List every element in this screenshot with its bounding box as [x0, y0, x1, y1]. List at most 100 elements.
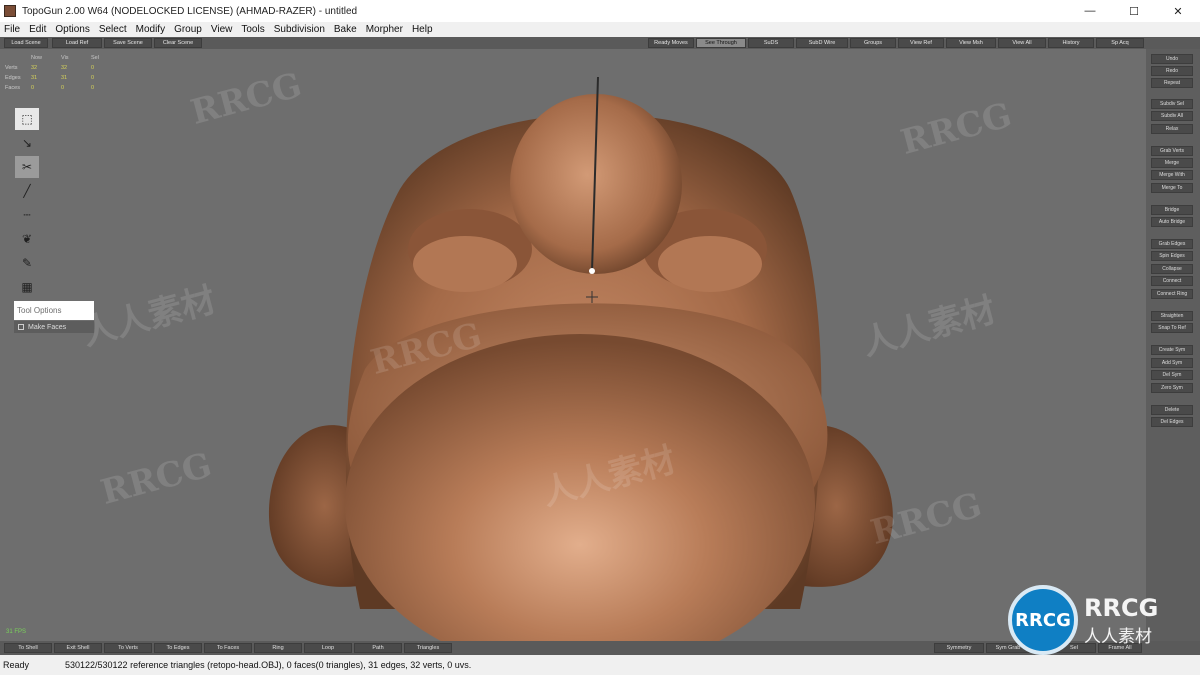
menu-options[interactable]: Options [55, 24, 89, 35]
view-ref-button[interactable]: View Ref [898, 38, 944, 48]
logo-cjk: 人人素材 [1084, 626, 1152, 647]
title-bar: TopoGun 2.00 W64 (NODELOCKED LICENSE) (A… [0, 0, 1200, 22]
logo-text: RRCG 人人素材 [1084, 594, 1158, 647]
stats-value: 0 [91, 75, 95, 81]
menu-select[interactable]: Select [99, 24, 127, 35]
connect-ring-button[interactable]: Connect Ring [1151, 289, 1193, 299]
add-sym-button[interactable]: Add Sym [1151, 358, 1193, 368]
stats-value: 0 [91, 85, 95, 91]
grid-tool-icon[interactable]: ▦ [15, 276, 39, 298]
grab-edges-button[interactable]: Grab Edges [1151, 239, 1193, 249]
tool-options-header[interactable]: Tool Options [14, 301, 94, 320]
suds-button[interactable]: SuDS [748, 38, 794, 48]
draw-tool-icon[interactable]: ╱ [15, 180, 39, 202]
brush-tool-icon[interactable]: ❦ [15, 228, 39, 250]
load-scene-button[interactable]: Load Scene [4, 38, 48, 48]
topogun-window: TopoGun 2.00 W64 (NODELOCKED LICENSE) (A… [0, 0, 1200, 675]
merge-to-button[interactable]: Merge To [1151, 183, 1193, 193]
symmetry-button[interactable]: Symmetry [934, 643, 984, 653]
bridge-tool-icon[interactable]: ┄ [15, 204, 39, 226]
redo-button[interactable]: Redo [1151, 66, 1193, 76]
rrcg-logo: RRCG RRCG 人人素材 [1008, 585, 1194, 655]
maximize-icon[interactable]: ☐ [1112, 0, 1156, 22]
tool-palette: ⬚ ↘ ✂ ╱ ┄ ❦ ✎ ▦ [15, 108, 41, 300]
close-icon[interactable]: ✕ [1156, 0, 1200, 22]
app-icon [4, 5, 16, 17]
auto-bridge-button[interactable]: Auto Bridge [1151, 217, 1193, 227]
window-title: TopoGun 2.00 W64 (NODELOCKED LICENSE) (A… [22, 5, 358, 17]
collapse-button[interactable]: Collapse [1151, 264, 1193, 274]
to-verts-button[interactable]: To Verts [104, 643, 152, 653]
path-button[interactable]: Path [354, 643, 402, 653]
to-edges-button[interactable]: To Edges [154, 643, 202, 653]
snap-to-ref-button[interactable]: Snap To Ref [1151, 323, 1193, 333]
sp-acq-button[interactable]: Sp Acq [1096, 38, 1144, 48]
make-faces-checkbox[interactable]: Make Faces [14, 321, 94, 333]
status-ready: Ready [3, 660, 30, 670]
view-msh-button[interactable]: View Msh [946, 38, 996, 48]
clear-scene-button[interactable]: Clear Scene [154, 38, 202, 48]
stats-label-verts: Verts [5, 65, 18, 71]
minimize-icon[interactable]: — [1068, 0, 1112, 22]
loop-button[interactable]: Loop [304, 643, 352, 653]
save-scene-button[interactable]: Save Scene [104, 38, 152, 48]
exit-shell-button[interactable]: Exit Shell [54, 643, 102, 653]
checkbox-box[interactable] [18, 324, 24, 330]
select-tool-icon[interactable]: ⬚ [15, 108, 39, 130]
make-faces-label: Make Faces [28, 323, 67, 331]
menu-bake[interactable]: Bake [334, 24, 357, 35]
menu-bar: File Edit Options Select Modify Group Vi… [0, 22, 1200, 37]
delete-button[interactable]: Delete [1151, 405, 1193, 415]
subdiv-sel-button[interactable]: Subdiv Sel [1151, 99, 1193, 109]
stats-header-sel: Sel [91, 55, 99, 61]
subdiv-all-button[interactable]: Subdiv All [1151, 111, 1193, 121]
window-controls: — ☐ ✕ [1068, 0, 1200, 22]
menu-group[interactable]: Group [174, 24, 202, 35]
cut-tool-icon[interactable]: ✂ [15, 156, 39, 178]
spin-edges-button[interactable]: Spin Edges [1151, 251, 1193, 261]
to-faces-button[interactable]: To Faces [204, 643, 252, 653]
triangles-button[interactable]: Triangles [404, 643, 452, 653]
undo-button[interactable]: Undo [1151, 54, 1193, 64]
stats-value: 32 [31, 65, 38, 71]
stats-value: 0 [91, 65, 95, 71]
stats-header-vis: Vis [61, 55, 69, 61]
menu-help[interactable]: Help [412, 24, 433, 35]
see-through-button[interactable]: See Through [696, 38, 746, 48]
ring-button[interactable]: Ring [254, 643, 302, 653]
to-shell-button[interactable]: To Shell [4, 643, 52, 653]
bridge-button[interactable]: Bridge [1151, 205, 1193, 215]
zero-sym-button[interactable]: Zero Sym [1151, 383, 1193, 393]
merge-with-button[interactable]: Merge With [1151, 170, 1193, 180]
menu-modify[interactable]: Modify [136, 24, 165, 35]
menu-view[interactable]: View [211, 24, 233, 35]
status-bar: Ready 530122/530122 reference triangles … [0, 655, 1200, 675]
menu-morpher[interactable]: Morpher [366, 24, 403, 35]
straighten-button[interactable]: Straighten [1151, 311, 1193, 321]
menu-subdivision[interactable]: Subdivision [274, 24, 325, 35]
stats-value: 0 [61, 85, 65, 91]
del-sym-button[interactable]: Del Sym [1151, 370, 1193, 380]
subd-wire-button[interactable]: SubD Wire [796, 38, 848, 48]
view-all-button[interactable]: View All [998, 38, 1046, 48]
menu-tools[interactable]: Tools [241, 24, 264, 35]
stats-header-now: Now [31, 55, 43, 61]
grab-verts-button[interactable]: Grab Verts [1151, 146, 1193, 156]
relax-button[interactable]: Relax [1151, 124, 1193, 134]
groups-button[interactable]: Groups [850, 38, 896, 48]
pen-tool-icon[interactable]: ✎ [15, 252, 39, 274]
repeat-button[interactable]: Repeat [1151, 78, 1193, 88]
3d-viewport[interactable]: RRCG RRCG RRCG RRCG RRCG 人人素材 人人素材 人人素材 [0, 49, 1146, 641]
connect-button[interactable]: Connect [1151, 276, 1193, 286]
history-button[interactable]: History [1048, 38, 1094, 48]
move-tool-icon[interactable]: ↘ [15, 132, 39, 154]
menu-edit[interactable]: Edit [29, 24, 46, 35]
stats-value: 31 [61, 75, 68, 81]
top-toolbar: Load Scene Load Ref Save Scene Clear Sce… [0, 37, 1200, 49]
create-sym-button[interactable]: Create Sym [1151, 345, 1193, 355]
load-ref-button[interactable]: Load Ref [52, 38, 102, 48]
merge-button[interactable]: Merge [1151, 158, 1193, 168]
del-edges-button[interactable]: Del Edges [1151, 417, 1193, 427]
menu-file[interactable]: File [4, 24, 20, 35]
ready-moves-button[interactable]: Ready Moves [648, 38, 694, 48]
